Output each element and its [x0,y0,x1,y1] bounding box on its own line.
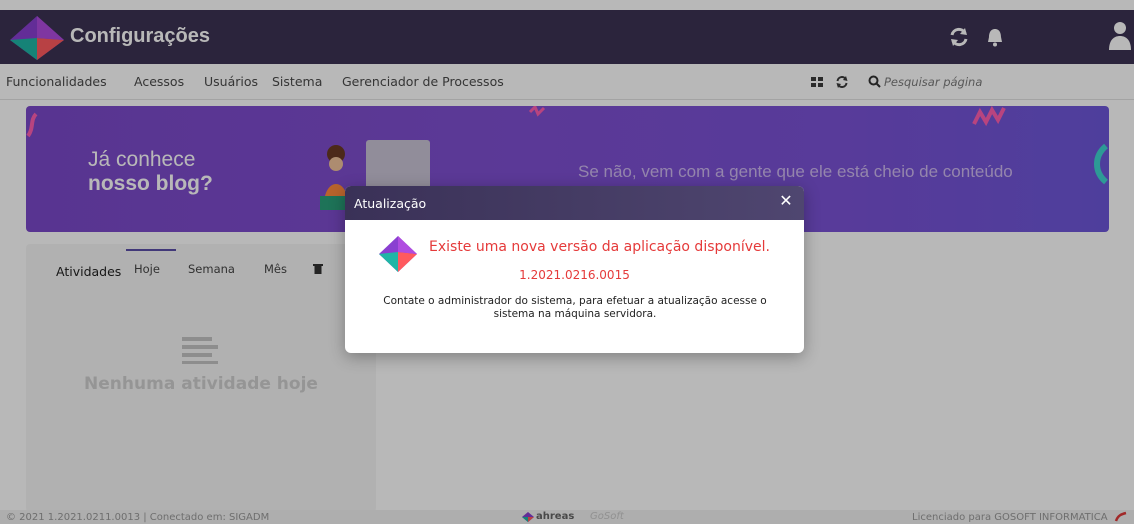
update-modal: Atualização ✕ Existe uma nova versão da … [345,186,804,353]
update-instructions: Contate o administrador do sistema, para… [383,295,767,320]
close-icon[interactable]: ✕ [777,192,795,210]
new-version-number: 1.2021.0216.0015 [519,268,630,282]
update-message: Existe uma nova versão da aplicação disp… [429,239,770,255]
modal-header: Atualização ✕ [345,186,804,220]
modal-title: Atualização [354,196,427,211]
